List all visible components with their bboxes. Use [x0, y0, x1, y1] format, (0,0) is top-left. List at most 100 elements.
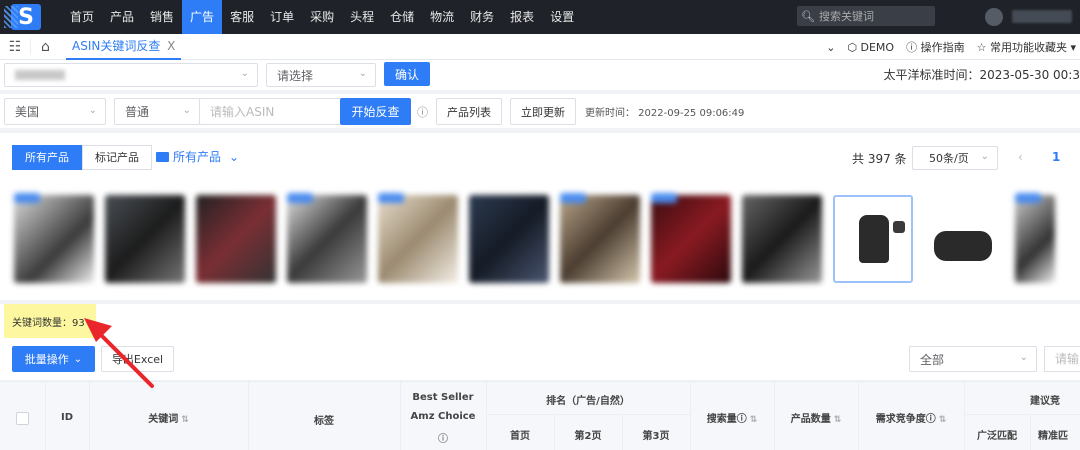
nav-item[interactable]: 采购	[302, 0, 342, 34]
update-now-button[interactable]: 立即更新	[510, 98, 576, 125]
user-name-blurred[interactable]	[1012, 10, 1072, 23]
apps-grid-icon[interactable]: ☷	[0, 39, 30, 55]
col-exact-match: 精准匹	[1038, 431, 1068, 442]
global-search-input[interactable]: 🔍︎ 搜索关键词	[797, 6, 935, 26]
nav-item[interactable]: 报表	[502, 0, 542, 34]
sort-icon[interactable]: ⇅	[181, 415, 189, 425]
nav-item[interactable]: 广告	[182, 0, 223, 34]
mode-value: 普通	[125, 105, 150, 119]
product-thumb[interactable]	[196, 195, 276, 283]
col-competition[interactable]: 需求竞争度ⓘ ⇅	[858, 410, 964, 425]
confirm-button[interactable]: 确认	[384, 62, 430, 86]
product-thumb[interactable]	[14, 193, 94, 283]
keyword-search-input[interactable]: 请输	[1044, 346, 1080, 372]
mode-select[interactable]: 普通 ⌄	[114, 98, 200, 125]
start-reverse-button[interactable]: 开始反查	[340, 98, 411, 125]
nav-item[interactable]: 销售	[142, 0, 182, 34]
star-icon: ☆	[976, 41, 987, 54]
home-icon[interactable]: ⌂	[30, 38, 60, 55]
help-circle-icon[interactable]: ⓘ	[737, 414, 747, 425]
col-broad-match: 广泛匹配	[977, 431, 1017, 442]
page-size-select[interactable]: 50条/页 ⌄	[912, 146, 998, 170]
total-count: 共 397 条	[852, 152, 907, 166]
search-placeholder: 搜索关键词	[818, 10, 874, 23]
col-keyword[interactable]: 关键词 ⇅	[89, 410, 248, 425]
seg-marked-products[interactable]: 标记产品	[82, 145, 152, 170]
product-thumb[interactable]	[924, 195, 1004, 283]
product-list-button[interactable]: 产品列表	[436, 98, 502, 125]
nav-item[interactable]: 仓储	[382, 0, 422, 34]
store-select[interactable]: ⌄	[4, 63, 258, 87]
product-thumb[interactable]	[651, 193, 731, 283]
sort-icon[interactable]: ⇅	[939, 415, 947, 425]
duffel-bag-image	[934, 231, 992, 261]
col-search-volume-label: 搜索量	[706, 414, 737, 425]
col-bid-group: 建议竞	[1030, 396, 1060, 407]
chevron-down-icon: ⌄	[240, 68, 249, 79]
secondary-select-placeholder: 请选择	[277, 68, 314, 83]
nav-item[interactable]: 物流	[422, 0, 462, 34]
help-circle-icon[interactable]: ⓘ	[400, 430, 486, 445]
nav-item[interactable]: 客服	[222, 0, 262, 34]
user-avatar[interactable]	[985, 8, 1003, 26]
folder-select[interactable]: 所有产品 ⌄	[156, 148, 239, 165]
sort-icon[interactable]: ⇅	[750, 415, 758, 425]
demo-label: DEMO	[860, 40, 895, 54]
product-thumb[interactable]	[560, 193, 640, 283]
current-page[interactable]: 1	[1052, 150, 1060, 164]
store-filter-row: ⌄ 请选择 ⌄ 确认 太平洋标准时间：2023-05-30 00:3	[0, 60, 1080, 90]
sort-icon[interactable]: ⇅	[834, 415, 842, 425]
col-search-volume[interactable]: 搜索量ⓘ ⇅	[690, 410, 774, 425]
select-all-checkbox[interactable]	[16, 412, 29, 425]
app-logo[interactable]: S	[0, 0, 52, 34]
product-thumb-selected[interactable]	[833, 195, 913, 283]
secondary-select[interactable]: 请选择 ⌄	[266, 63, 376, 87]
keyword-count-label: 关键词数量：93	[4, 304, 96, 338]
guide-link[interactable]: ⓘ 操作指南	[906, 39, 965, 55]
search-icon: 🔍︎	[801, 9, 815, 23]
product-thumb[interactable]	[378, 193, 458, 283]
keyword-table-header: ID 关键词 ⇅ 标签 Best Seller Amz Choice ⓘ 排名（广…	[0, 381, 1080, 450]
filter-all-value: 全部	[920, 352, 945, 367]
tab-close-icon[interactable]: X	[167, 39, 175, 53]
chevron-down-icon[interactable]: ⌄	[826, 41, 835, 54]
tab-label: ASIN关键词反查	[72, 38, 161, 53]
col-keyword-label: 关键词	[148, 414, 179, 425]
nav-item[interactable]: 首页	[62, 0, 102, 34]
product-thumb[interactable]	[105, 195, 185, 283]
nav-item[interactable]: 订单	[262, 0, 302, 34]
export-excel-button[interactable]: 导出Excel	[101, 346, 174, 372]
batch-operation-button[interactable]: 批量操作 ⌄	[12, 346, 95, 372]
col-product-count[interactable]: 产品数量 ⇅	[774, 410, 858, 425]
demo-link[interactable]: ⬡ DEMO	[847, 41, 894, 54]
favorites-label: 常用功能收藏夹	[989, 41, 1067, 54]
favorites-menu[interactable]: ☆ 常用功能收藏夹 ▾	[977, 39, 1076, 55]
nav-item[interactable]: 产品	[102, 0, 142, 34]
product-thumb[interactable]	[287, 193, 367, 283]
chevron-down-icon: ⌄	[182, 105, 191, 116]
seg-all-products[interactable]: 所有产品	[12, 145, 82, 170]
nav-item[interactable]: 设置	[542, 0, 582, 34]
asin-input[interactable]: 请输入ASIN	[199, 98, 341, 125]
help-circle-icon[interactable]: ⓘ	[417, 104, 428, 120]
col-amz-choice: Amz Choice	[410, 411, 476, 422]
chevron-down-icon: ⌄	[73, 353, 83, 365]
row-divider	[486, 414, 690, 415]
nav-item[interactable]: 头程	[342, 0, 382, 34]
tab-asin-keyword-reverse[interactable]: ASIN关键词反查 X	[66, 34, 182, 60]
product-thumbnails	[14, 193, 1055, 283]
nav-menu: 首页 产品 销售 广告 客服 订单 采购 头程 仓储 物流 财务 报表 设置	[62, 0, 582, 34]
product-thumb[interactable]	[1015, 193, 1055, 283]
prev-page-icon[interactable]: ‹	[1018, 150, 1023, 164]
product-thumb[interactable]	[469, 195, 549, 283]
filter-all-select[interactable]: 全部 ⌄	[909, 346, 1037, 372]
thumb-tag	[287, 193, 313, 203]
country-select[interactable]: 美国 ⌄	[4, 98, 106, 125]
help-circle-icon: ⓘ	[906, 41, 918, 54]
thumb-tag	[1015, 193, 1041, 203]
nav-item[interactable]: 财务	[462, 0, 502, 34]
asin-placeholder: 请输入ASIN	[210, 105, 275, 119]
help-circle-icon[interactable]: ⓘ	[926, 414, 936, 425]
cube-icon: ⬡	[847, 40, 858, 54]
product-thumb[interactable]	[742, 195, 822, 283]
